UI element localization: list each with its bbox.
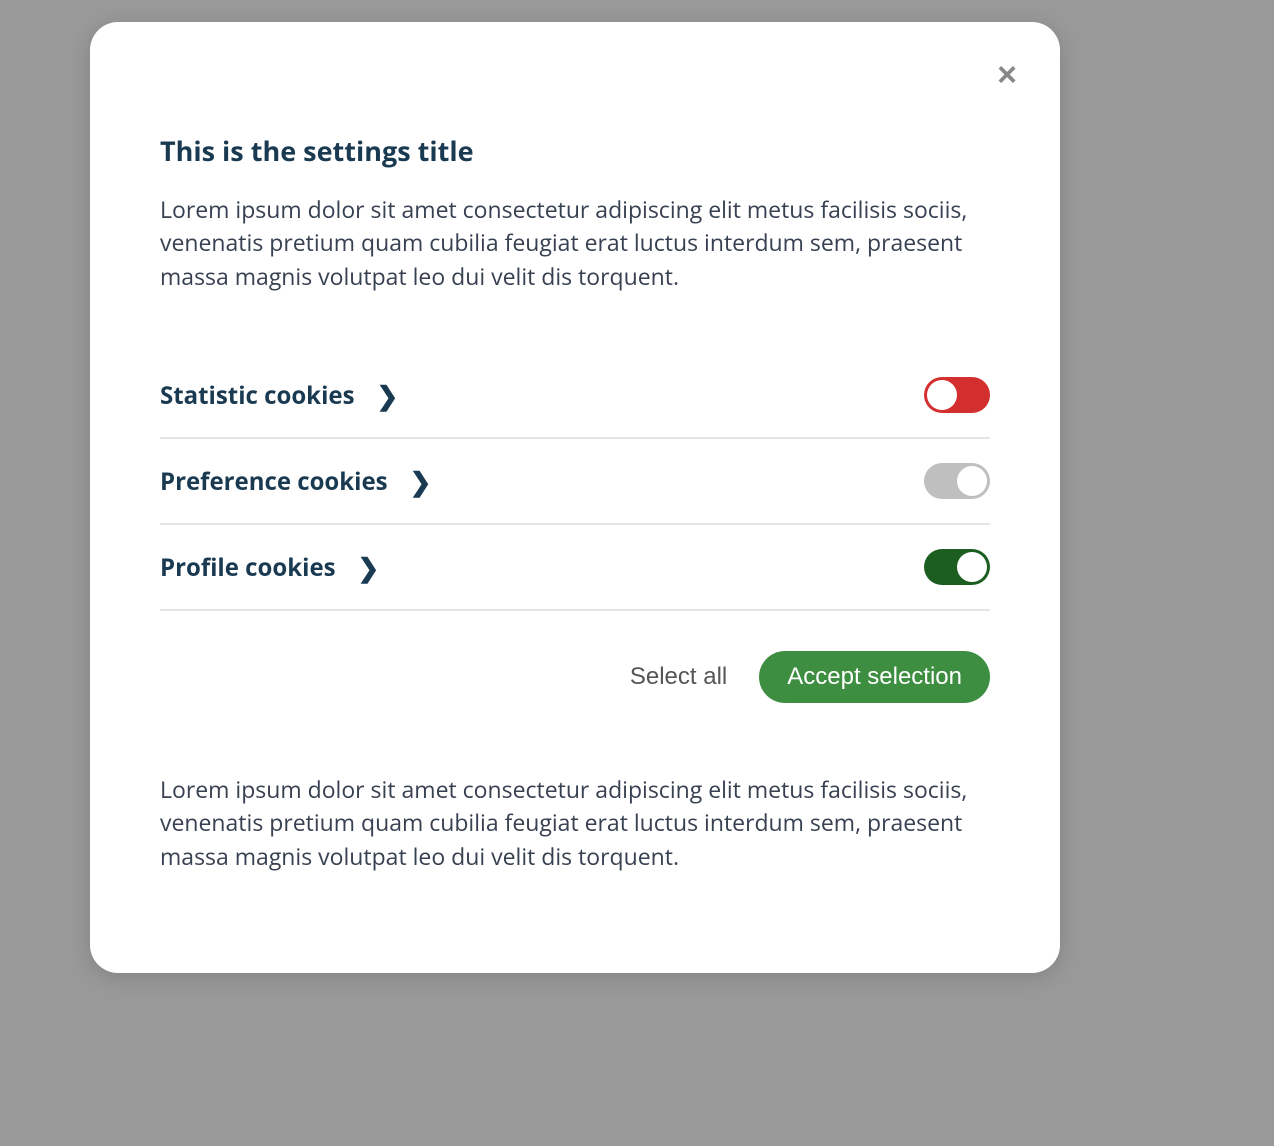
- toggle-knob: [957, 466, 987, 496]
- toggle-preference[interactable]: [924, 463, 990, 499]
- button-row: Select all Accept selection: [160, 651, 990, 703]
- cookie-expand-preference[interactable]: Preference cookies ❯: [160, 463, 431, 499]
- modal-description: Lorem ipsum dolor sit amet consectetur a…: [160, 193, 990, 293]
- close-icon: ×: [997, 56, 1017, 94]
- cookie-settings-modal: × This is the settings title Lorem ipsum…: [90, 22, 1060, 973]
- toggle-knob: [957, 552, 987, 582]
- modal-title: This is the settings title: [160, 132, 990, 169]
- accept-selection-button[interactable]: Accept selection: [759, 651, 990, 703]
- cookie-label: Statistic cookies: [160, 379, 355, 412]
- chevron-right-icon: ❯: [377, 377, 399, 413]
- cookie-row-preference: Preference cookies ❯: [160, 439, 990, 525]
- cookie-expand-statistic[interactable]: Statistic cookies ❯: [160, 377, 398, 413]
- close-button[interactable]: ×: [989, 50, 1025, 100]
- cookie-list: Statistic cookies ❯ Preference cookies ❯…: [160, 353, 990, 611]
- select-all-button[interactable]: Select all: [626, 653, 731, 701]
- cookie-expand-profile[interactable]: Profile cookies ❯: [160, 549, 379, 585]
- cookie-row-statistic: Statistic cookies ❯: [160, 353, 990, 439]
- toggle-statistic[interactable]: [924, 377, 990, 413]
- cookie-label: Preference cookies: [160, 465, 388, 498]
- modal-footer-text: Lorem ipsum dolor sit amet consectetur a…: [160, 773, 990, 873]
- toggle-profile[interactable]: [924, 549, 990, 585]
- cookie-label: Profile cookies: [160, 551, 336, 584]
- toggle-knob: [927, 380, 957, 410]
- chevron-right-icon: ❯: [358, 549, 380, 585]
- cookie-row-profile: Profile cookies ❯: [160, 525, 990, 611]
- chevron-right-icon: ❯: [410, 463, 432, 499]
